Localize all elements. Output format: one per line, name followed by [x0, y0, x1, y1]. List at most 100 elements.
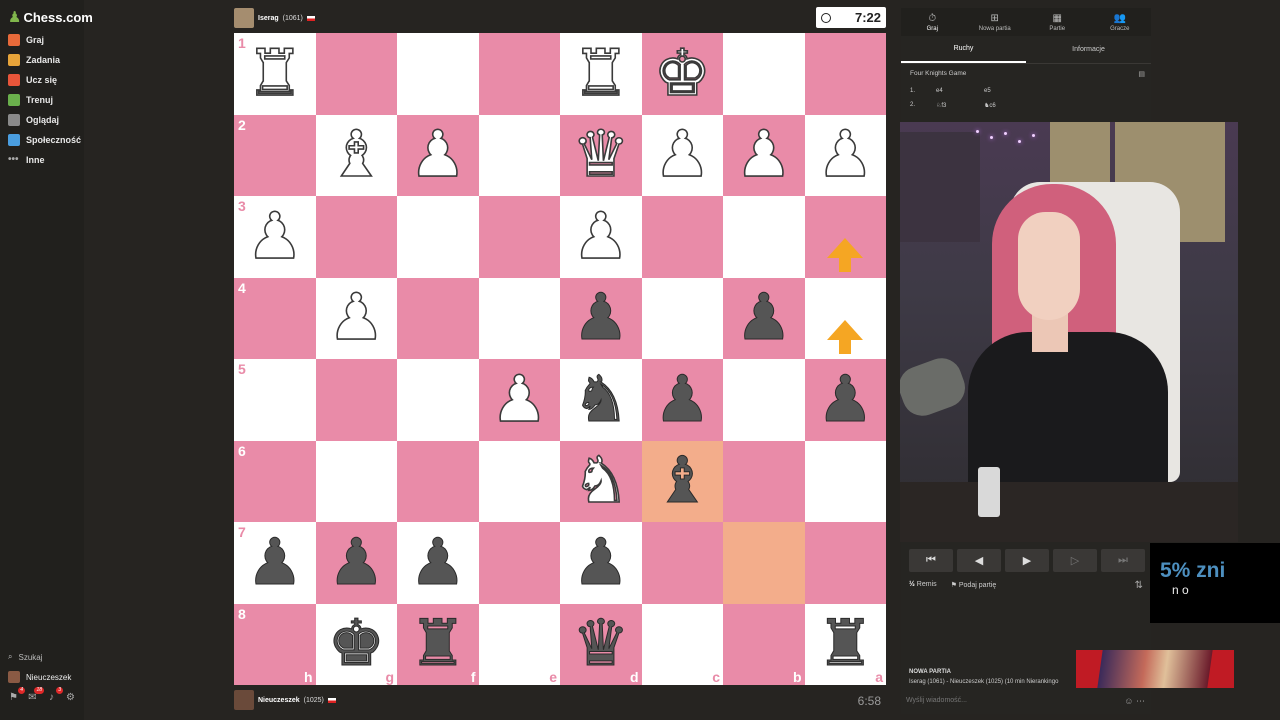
tab-info[interactable]: Informacje	[1026, 36, 1151, 63]
board-square[interactable]	[641, 522, 723, 604]
white-queen-piece[interactable]: ♛	[571, 122, 630, 188]
messages-icon[interactable]: ✉ 18	[27, 687, 44, 703]
board-square[interactable]: ♟	[723, 114, 805, 196]
bell-icon[interactable]: ♪ 3	[46, 687, 63, 703]
board-square[interactable]: f ♜	[397, 603, 479, 685]
black-bishop-piece[interactable]: ♝	[653, 449, 711, 514]
white-pawn-piece[interactable]: ♟	[816, 122, 875, 188]
new-game-detail[interactable]: Iserag (1061) - Nieuczeszek (1025) (10 m…	[909, 679, 1058, 685]
board-square[interactable]	[723, 196, 805, 278]
nav-puzzles[interactable]: Zadania	[8, 51, 60, 69]
emoji-icon[interactable]: ☺	[1124, 696, 1133, 706]
player-name[interactable]: Nieuczeszek	[258, 697, 300, 704]
board-square[interactable]: g ♚	[315, 603, 397, 685]
white-pawn-piece[interactable]: ♟	[490, 367, 549, 433]
board-square[interactable]: ♟	[723, 277, 805, 359]
previous-move-button[interactable]: ◀	[957, 549, 1001, 572]
board-square[interactable]	[641, 196, 723, 278]
board-square[interactable]: e	[478, 603, 560, 685]
draw-button[interactable]: ½ Remis	[909, 581, 937, 589]
white-pawn-piece[interactable]: ♟	[571, 204, 630, 270]
first-move-button[interactable]: ⏮	[909, 549, 953, 572]
board-square[interactable]: 7 ♟	[234, 522, 316, 604]
white-pawn-piece[interactable]: ♟	[327, 285, 386, 351]
chess-board[interactable]: 1 ♜ ♜ ♚ 2 ♝ ♟ ♛ ♟ ♟ ♟ 3 ♟ ♟ 4 ♟ ♟ ♟ 5 ♟ ♞ ♟ ♟ 6 ♞ ♝ 7 ♟ ♟ ♟ ♟ 8 h g ♚ f ♜ e d ♛…	[234, 33, 886, 685]
board-square[interactable]: 1 ♜	[234, 33, 316, 115]
last-move-button[interactable]: ⏭	[1101, 549, 1145, 572]
black-move[interactable]: ♞c6	[984, 102, 1064, 109]
black-pawn-piece[interactable]: ♟	[735, 286, 793, 351]
board-square[interactable]: ♟	[804, 114, 886, 196]
board-square[interactable]	[315, 440, 397, 522]
black-pawn-piece[interactable]: ♟	[572, 286, 630, 351]
white-pawn-piece[interactable]: ♟	[245, 204, 304, 270]
play-button[interactable]: ▶	[1005, 549, 1049, 572]
board-square[interactable]: ♟	[641, 359, 723, 441]
board-square[interactable]	[804, 440, 886, 522]
white-bishop-piece[interactable]: ♝	[327, 122, 386, 188]
black-pawn-piece[interactable]: ♟	[327, 530, 385, 595]
nav-play[interactable]: Graj	[8, 31, 44, 49]
search-button[interactable]: ⌕ Szukaj	[8, 652, 43, 662]
board-square[interactable]: 5	[234, 359, 316, 441]
board-square[interactable]	[804, 196, 886, 278]
board-square[interactable]: ♝	[315, 114, 397, 196]
black-king-piece[interactable]: ♚	[327, 612, 385, 677]
board-square[interactable]: ♟	[315, 522, 397, 604]
board-square[interactable]: 2	[234, 114, 316, 196]
white-pawn-piece[interactable]: ♟	[653, 122, 712, 188]
black-queen-piece[interactable]: ♛	[572, 612, 630, 677]
white-move[interactable]: ♘f3	[936, 102, 984, 109]
board-square[interactable]: 3 ♟	[234, 196, 316, 278]
white-pawn-piece[interactable]: ♟	[734, 122, 793, 188]
player-name[interactable]: Iserag	[258, 15, 279, 22]
board-square[interactable]: a ♜	[804, 603, 886, 685]
board-square[interactable]	[723, 522, 805, 604]
board-square[interactable]	[723, 440, 805, 522]
nav-watch[interactable]: Oglądaj	[8, 111, 59, 129]
black-pawn-piece[interactable]: ♟	[653, 367, 711, 432]
notifications-icon[interactable]: ⚑ 4	[8, 687, 25, 703]
board-square[interactable]: ♟	[397, 522, 479, 604]
opening-name[interactable]: Four Knights Game	[910, 70, 966, 77]
black-pawn-piece[interactable]: ♟	[246, 530, 304, 595]
book-icon[interactable]: ▤	[1138, 70, 1145, 78]
more-options-icon[interactable]: ⋯	[1136, 696, 1145, 706]
board-square[interactable]: ♟	[560, 277, 642, 359]
tab-play[interactable]: ⏱ Graj	[901, 8, 964, 36]
board-square[interactable]	[804, 33, 886, 115]
white-king-piece[interactable]: ♚	[653, 41, 712, 107]
board-square[interactable]	[478, 440, 560, 522]
board-square[interactable]: ♝	[641, 440, 723, 522]
board-square[interactable]	[315, 33, 397, 115]
board-square[interactable]: d ♛	[560, 603, 642, 685]
user-profile[interactable]: Nieuczeszek	[8, 671, 71, 683]
white-pawn-piece[interactable]: ♟	[408, 122, 467, 188]
board-square[interactable]: ♛	[560, 114, 642, 196]
board-square[interactable]	[397, 440, 479, 522]
black-move[interactable]: e5	[984, 88, 1064, 94]
board-square[interactable]: ♟	[560, 196, 642, 278]
white-rook-piece[interactable]: ♜	[245, 41, 304, 107]
board-square[interactable]: 6	[234, 440, 316, 522]
board-square[interactable]	[315, 196, 397, 278]
board-square[interactable]	[641, 277, 723, 359]
white-knight-piece[interactable]: ♞	[571, 448, 630, 514]
settings-gear-icon[interactable]: ⚙	[65, 692, 76, 703]
board-square[interactable]	[315, 359, 397, 441]
board-square[interactable]	[397, 277, 479, 359]
nav-learn[interactable]: Ucz się	[8, 71, 57, 89]
board-square[interactable]: ♟	[641, 114, 723, 196]
nav-community[interactable]: Społeczność	[8, 131, 81, 149]
board-square[interactable]	[478, 277, 560, 359]
tab-players[interactable]: 👥 Gracze	[1089, 8, 1152, 36]
board-square[interactable]: ♟	[560, 522, 642, 604]
board-square[interactable]: ♟	[315, 277, 397, 359]
resign-button[interactable]: ⚑ Podaj partię	[951, 581, 997, 589]
board-square[interactable]: ♞	[560, 440, 642, 522]
board-square[interactable]	[478, 196, 560, 278]
black-rook-piece[interactable]: ♜	[816, 612, 874, 677]
nav-more[interactable]: ••• Inne	[8, 151, 45, 169]
white-move[interactable]: e4	[936, 88, 984, 94]
black-rook-piece[interactable]: ♜	[409, 612, 467, 677]
